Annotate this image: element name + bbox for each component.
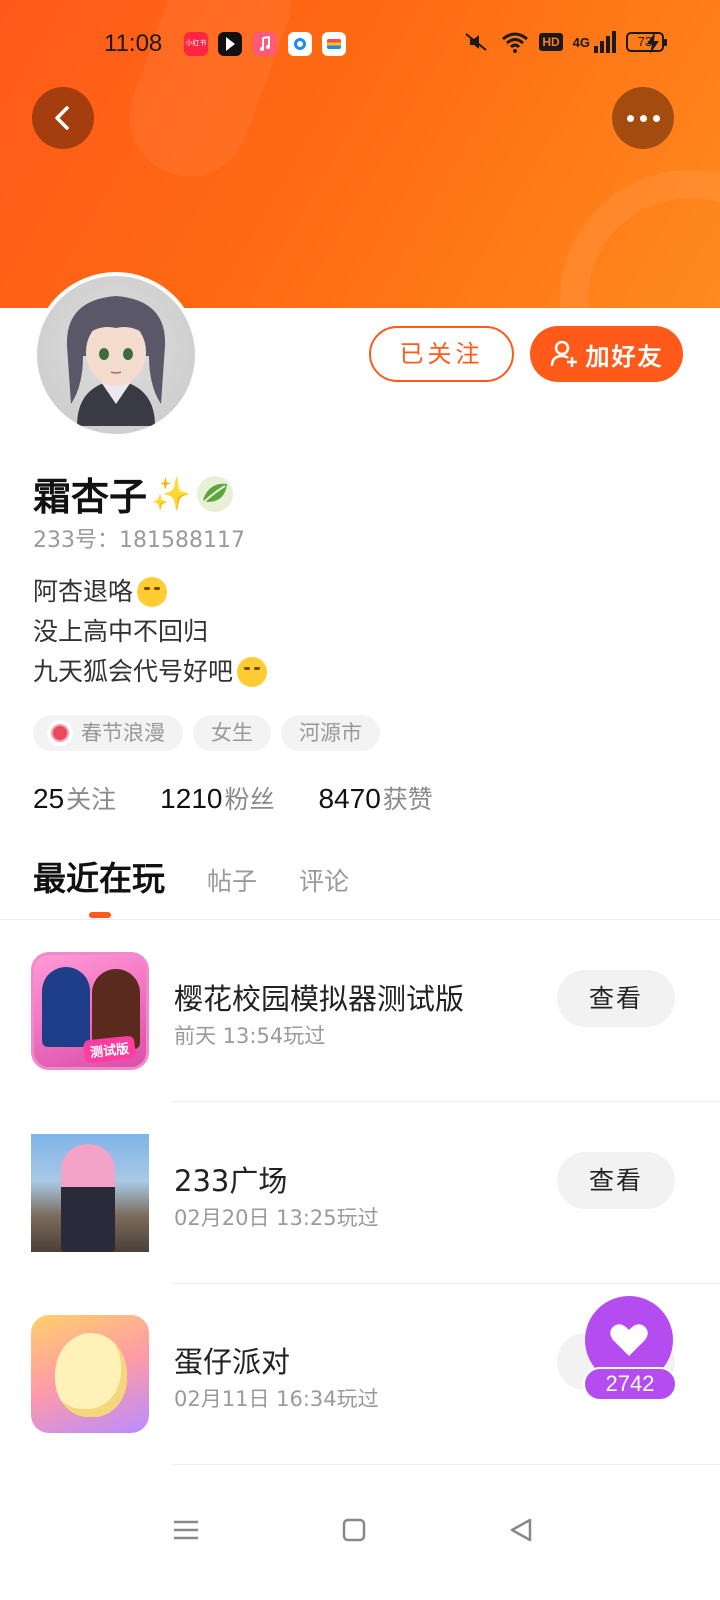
wallet-app-icon <box>322 32 346 56</box>
profile-stats: 25 关注 1210 粉丝 8470 获赞 <box>33 780 433 816</box>
likes-stat: 8470 获赞 <box>318 780 432 816</box>
tab-comments[interactable]: 评论 <box>299 862 349 898</box>
network-type: 4G <box>572 34 590 50</box>
username: 霜杏子 ✨ <box>33 466 235 521</box>
leaf-icon <box>196 475 233 512</box>
game-thumbnail[interactable] <box>31 1134 149 1252</box>
game-name: 樱花校园模拟器测试版 <box>174 982 465 1016</box>
hd-badge: HD <box>539 33 563 51</box>
user-id: 233号：181588117 <box>33 522 245 554</box>
bio-line-3: 九天狐会代号好吧 <box>33 657 234 686</box>
add-friend-label: 加好友 <box>585 342 664 371</box>
more-dots-icon <box>626 114 634 122</box>
view-button[interactable]: 查看 <box>557 970 675 1027</box>
signal-icon <box>594 31 616 53</box>
sparkles-icon: ✨ <box>151 474 191 513</box>
following-label: 关注 <box>66 785 117 814</box>
browser-app-icon <box>288 32 312 56</box>
app-notification-icon <box>218 32 242 56</box>
test-version-badge: 测试版 <box>82 1035 137 1064</box>
avatar-image <box>66 296 166 426</box>
xiaohongshu-app-icon: 小红书 <box>184 32 208 56</box>
following-count: 25 <box>33 783 65 814</box>
active-tab-indicator <box>89 912 111 918</box>
menu-icon[interactable] <box>166 1510 206 1550</box>
back-triangle-icon[interactable] <box>502 1510 542 1550</box>
game-thumbnail[interactable] <box>31 1315 149 1433</box>
wifi-icon <box>502 32 529 53</box>
view-button[interactable]: 查看 <box>557 1152 675 1209</box>
tag-gender: 女生 <box>193 715 271 751</box>
tag-label: 春节浪漫 <box>81 721 165 745</box>
tag-spring-festival[interactable]: 春节浪漫 <box>33 715 183 751</box>
status-bar: 11:08 小红书 HD 4G 73 <box>0 24 720 64</box>
likes-count: 8470 <box>318 783 381 814</box>
like-count: 2742 <box>583 1367 677 1401</box>
game-thumbnail[interactable]: 测试版 <box>31 952 149 1070</box>
home-icon[interactable] <box>334 1510 374 1550</box>
game-last-played: 02月20日 13:25玩过 <box>174 1206 379 1230</box>
tag-location: 河源市 <box>281 715 380 751</box>
game-last-played: 02月11日 16:34玩过 <box>174 1387 379 1411</box>
game-name: 233广场 <box>174 1164 288 1198</box>
followers-count: 1210 <box>160 783 223 814</box>
add-friend-button[interactable]: 加好友 <box>530 326 683 382</box>
system-nav-bar <box>0 1480 720 1600</box>
bio-line-2: 没上高中不回归 <box>33 617 209 646</box>
game-last-played: 前天 13:54玩过 <box>174 1024 326 1048</box>
bio-line-1: 阿杏退咯 <box>33 577 134 606</box>
mute-icon <box>465 33 487 51</box>
more-options-button[interactable] <box>612 87 674 149</box>
tab-recently-played[interactable]: 最近在玩 <box>33 852 165 900</box>
flower-icon <box>47 720 73 746</box>
music-app-icon <box>253 32 277 56</box>
back-button[interactable] <box>32 87 94 149</box>
user-id-value: 181588117 <box>119 528 245 553</box>
status-time: 11:08 <box>104 30 163 57</box>
tab-posts[interactable]: 帖子 <box>207 862 257 898</box>
bio: 阿杏退咯 没上高中不回归 九天狐会代号好吧 <box>33 572 268 692</box>
followers-stat[interactable]: 1210 粉丝 <box>160 780 274 816</box>
list-item[interactable]: 测试版 樱花校园模拟器测试版 前天 13:54玩过 查看 <box>0 920 720 1102</box>
add-user-icon <box>550 340 577 367</box>
heart-icon <box>610 1324 648 1356</box>
followers-label: 粉丝 <box>224 785 275 814</box>
likes-label: 获赞 <box>382 785 433 814</box>
list-item[interactable]: 233广场 02月20日 13:25玩过 查看 <box>0 1102 720 1284</box>
unamused-emoji-icon <box>237 657 268 687</box>
chevron-left-icon <box>55 106 69 130</box>
tag-label: 女生 <box>211 721 253 745</box>
username-text: 霜杏子 <box>33 475 148 519</box>
following-stat[interactable]: 25 关注 <box>33 780 116 816</box>
user-id-label: 233号： <box>33 528 119 553</box>
profile-tags: 春节浪漫 女生 河源市 <box>33 715 380 751</box>
avatar[interactable] <box>33 272 199 438</box>
followed-button[interactable]: 已关注 <box>369 326 514 382</box>
game-name: 蛋仔派对 <box>174 1345 291 1379</box>
charging-icon <box>647 32 659 54</box>
profile-tabs: 最近在玩 帖子 评论 <box>33 852 349 900</box>
tag-label: 河源市 <box>299 721 362 745</box>
eye-roll-emoji-icon <box>137 577 168 607</box>
